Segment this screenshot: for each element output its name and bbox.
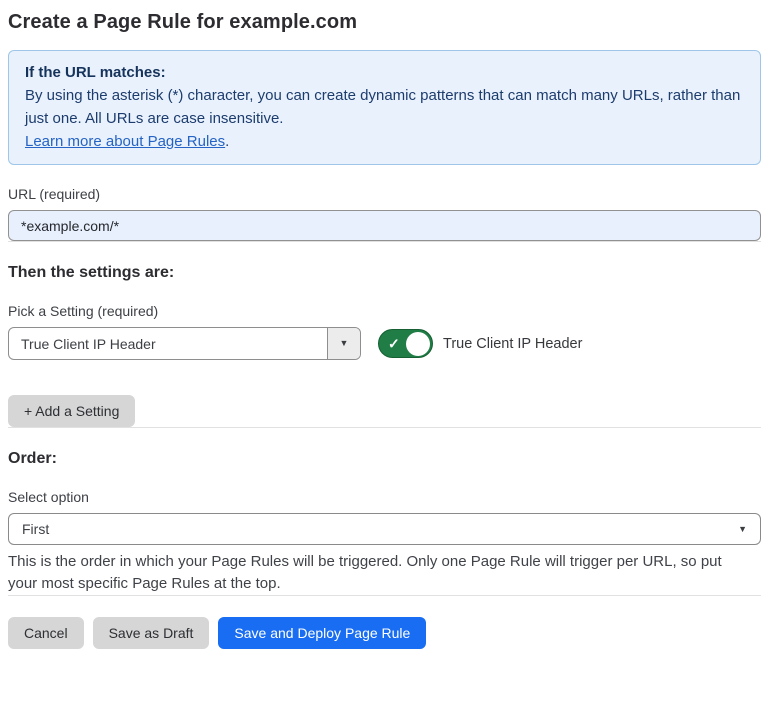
order-section-heading: Order: [8,449,761,468]
setting-select-value: True Client IP Header [9,328,327,359]
page-title: Create a Page Rule for example.com [8,10,761,34]
setting-toggle-label: True Client IP Header [443,336,582,352]
setting-select-arrow-button[interactable]: ▼ [327,328,360,359]
settings-section-heading: Then the settings are: [8,263,761,282]
info-callout-body: By using the asterisk (*) character, you… [25,84,744,130]
section-divider [8,427,761,428]
info-callout-heading: If the URL matches: [25,61,744,84]
link-period: . [225,133,229,150]
chevron-down-icon: ▼ [340,339,349,348]
order-help-text: This is the order in which your Page Rul… [8,551,753,595]
toggle-knob [406,332,430,356]
url-field-label: URL (required) [8,186,761,203]
url-match-info-callout: If the URL matches: By using the asteris… [8,50,761,165]
learn-more-link[interactable]: Learn more about Page Rules [25,133,225,150]
save-draft-button[interactable]: Save as Draft [93,617,210,649]
pick-setting-label: Pick a Setting (required) [8,303,761,320]
order-select-label: Select option [8,489,761,506]
order-select[interactable]: First ▼ [8,513,761,545]
info-callout-link-line: Learn more about Page Rules. [25,130,744,153]
section-divider [8,595,761,596]
setting-select[interactable]: True Client IP Header ▼ [8,327,361,360]
form-actions: Cancel Save as Draft Save and Deploy Pag… [8,617,761,649]
save-deploy-button[interactable]: Save and Deploy Page Rule [218,617,426,649]
page-rule-form: Create a Page Rule for example.com If th… [0,0,769,649]
order-select-value: First [22,521,49,537]
section-divider [8,241,761,242]
setting-toggle[interactable]: ✓ [378,329,433,358]
setting-row: True Client IP Header ▼ ✓ True Client IP… [8,327,761,360]
chevron-down-icon: ▼ [738,525,747,534]
check-icon: ✓ [388,336,400,350]
add-setting-button[interactable]: + Add a Setting [8,395,135,427]
url-input[interactable] [8,210,761,241]
cancel-button[interactable]: Cancel [8,617,84,649]
